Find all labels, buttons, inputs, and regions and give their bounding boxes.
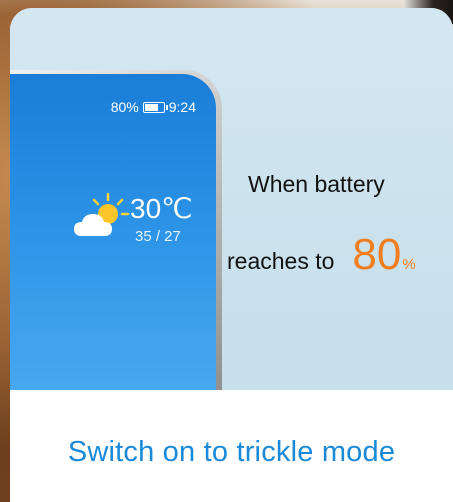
battery-percent: 80% (110, 99, 139, 115)
message-line2: reaches to 80 % (227, 230, 416, 280)
feature-card: 80% 9:24 30℃ 35 / 27 When battery reache… (10, 8, 453, 502)
message-line1: When battery (248, 171, 385, 197)
message-line2-text: reaches to (227, 248, 335, 274)
temperature: 30℃ (130, 193, 193, 224)
card-caption-area: Switch on to trickle mode (10, 390, 453, 502)
battery-icon (142, 101, 168, 113)
clock-time: 9:24 (168, 99, 196, 115)
status-bar: 80% 9:24 (111, 99, 196, 115)
temperature-range: 35 / 27 (135, 228, 181, 245)
trickle-mode-caption: Switch on to trickle mode (67, 436, 396, 468)
phone-mockup: 80% 9:24 30℃ 35 / 27 (10, 70, 222, 400)
partly-cloudy-icon (74, 192, 130, 236)
threshold-value: 80 (352, 230, 402, 279)
phone-screen: 80% 9:24 30℃ 35 / 27 (10, 74, 216, 400)
threshold-unit: % (402, 256, 416, 273)
card-illustration-area: 80% 9:24 30℃ 35 / 27 When battery reache… (10, 8, 453, 400)
